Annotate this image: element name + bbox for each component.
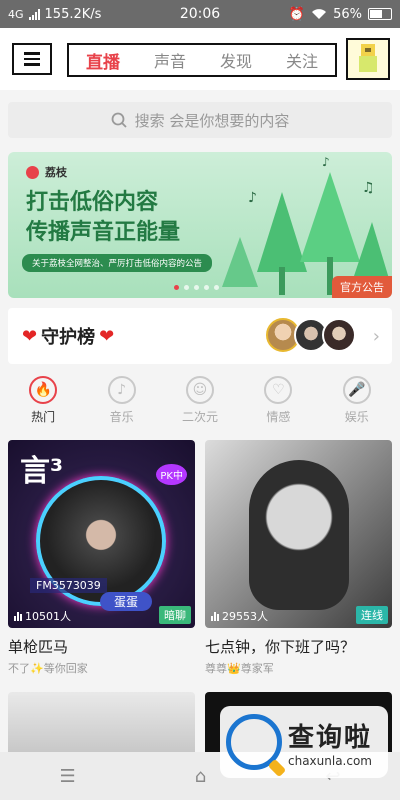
banner-notice: 关于荔枝全网整治、严厉打击低俗内容的公告 xyxy=(22,254,213,272)
top-bar: 直播 声音 发现 关注 xyxy=(0,28,400,90)
menu-button[interactable] xyxy=(12,43,52,75)
live-room-card[interactable]: 言³ PK中 FM3573039 蛋蛋 10501人 暗聊 单枪匹马 不了✨等你… xyxy=(8,440,195,676)
category-anime[interactable]: ☺ 二次元 xyxy=(170,375,230,425)
tab-follow[interactable]: 关注 xyxy=(286,48,318,72)
banner-headline: 打击低俗内容 传播声音正能量 xyxy=(26,190,181,245)
avatar xyxy=(359,44,377,72)
heart-icon: ❤ xyxy=(99,325,115,347)
clock: 20:06 xyxy=(179,6,221,22)
promo-banner[interactable]: ♪ ♫ ♪ 荔枝 打击低俗内容 传播声音正能量 关于荔枝全网整治、严厉打击低俗内… xyxy=(8,152,392,298)
lizhi-logo-icon xyxy=(26,165,39,179)
tab-discover[interactable]: 发现 xyxy=(220,48,252,72)
tab-live[interactable]: 直播 xyxy=(86,48,120,73)
watermark: 查询啦 chaxunla.com xyxy=(220,706,388,778)
room-subtitle: 尊尊👑尊家军 xyxy=(205,662,274,675)
app-screen: 4G 155.2K/s 20:06 ⏰ 56% 直播 声音 发现 关注 搜索 会… xyxy=(0,0,400,800)
cover-logo: 言³ xyxy=(20,454,64,489)
room-tag: 连线 xyxy=(356,606,388,624)
pk-badge: PK中 xyxy=(156,464,187,485)
listener-count: 29553人 xyxy=(211,608,268,624)
live-room-card[interactable]: 29553人 连线 七点钟，你下班了吗？ 尊尊👑尊家军 xyxy=(205,440,392,676)
search-bar[interactable]: 搜索 会是你想要的内容 xyxy=(8,102,392,138)
status-bar: 4G 155.2K/s 20:06 ⏰ 56% xyxy=(0,0,400,28)
tab-bar: 直播 声音 发现 关注 xyxy=(67,43,337,77)
guard-avatars xyxy=(266,318,356,352)
anime-face-icon: ☺ xyxy=(185,375,214,404)
flame-icon: 🔥 xyxy=(29,375,58,404)
user-avatar[interactable] xyxy=(346,38,390,80)
cover-portrait xyxy=(249,460,349,610)
listener-count: 10501人 xyxy=(14,608,71,624)
search-magnifier-logo-icon xyxy=(226,714,282,770)
category-bar: 🔥 热门 ♪ 音乐 ☺ 二次元 ♡ 情感 🎤 娱乐 xyxy=(0,370,400,430)
list-icon xyxy=(24,52,40,55)
home-icon[interactable]: ⌂ xyxy=(195,766,206,787)
chevron-right-icon: › xyxy=(372,325,380,347)
heart-icon: ❤ xyxy=(22,325,38,347)
guard-title: ❤ 守护榜 ❤ xyxy=(22,325,115,349)
search-placeholder: 搜索 会是你想要的内容 xyxy=(134,111,290,130)
category-emotion[interactable]: ♡ 情感 xyxy=(248,375,308,425)
battery-icon xyxy=(368,8,392,20)
room-tag: 暗聊 xyxy=(159,606,191,624)
watermark-title: 查询啦 xyxy=(288,722,373,753)
audio-bars-icon xyxy=(211,611,219,621)
category-entertainment[interactable]: 🎤 娱乐 xyxy=(327,375,387,425)
official-notice-badge: 官方公告 xyxy=(332,276,392,298)
room-cover: 29553人 连线 xyxy=(205,440,392,628)
menu-icon[interactable]: ☰ xyxy=(60,766,76,787)
category-music[interactable]: ♪ 音乐 xyxy=(92,375,152,425)
search-icon xyxy=(111,112,127,128)
tab-voice[interactable]: 声音 xyxy=(154,48,186,72)
room-title: 单枪匹马 xyxy=(8,638,69,656)
music-note-icon: ♪ xyxy=(107,375,136,404)
svg-text:♪: ♪ xyxy=(248,190,257,206)
svg-text:♫: ♫ xyxy=(362,180,375,196)
watermark-url: chaxunla.com xyxy=(288,753,372,768)
fm-number: FM3573039 xyxy=(30,578,107,593)
heart-icon: ♡ xyxy=(264,375,293,404)
avatar xyxy=(322,318,356,352)
microphone-icon: 🎤 xyxy=(342,375,371,404)
room-title: 七点钟，你下班了吗？ xyxy=(205,638,356,656)
carousel-dots xyxy=(174,285,219,290)
audio-bars-icon xyxy=(14,611,22,621)
guard-ranking[interactable]: ❤ 守护榜 ❤ › xyxy=(8,308,392,364)
room-subtitle: 不了✨等你回家 xyxy=(8,662,88,675)
brand-logo: 荔枝 xyxy=(26,164,67,180)
host-nickname: 蛋蛋 xyxy=(100,592,153,611)
live-room-list: 言³ PK中 FM3573039 蛋蛋 10501人 暗聊 单枪匹马 不了✨等你… xyxy=(0,430,400,676)
svg-text:♪: ♪ xyxy=(322,155,330,169)
category-hot[interactable]: 🔥 热门 xyxy=(13,375,73,425)
room-cover: 言³ PK中 FM3573039 蛋蛋 10501人 暗聊 xyxy=(8,440,195,628)
